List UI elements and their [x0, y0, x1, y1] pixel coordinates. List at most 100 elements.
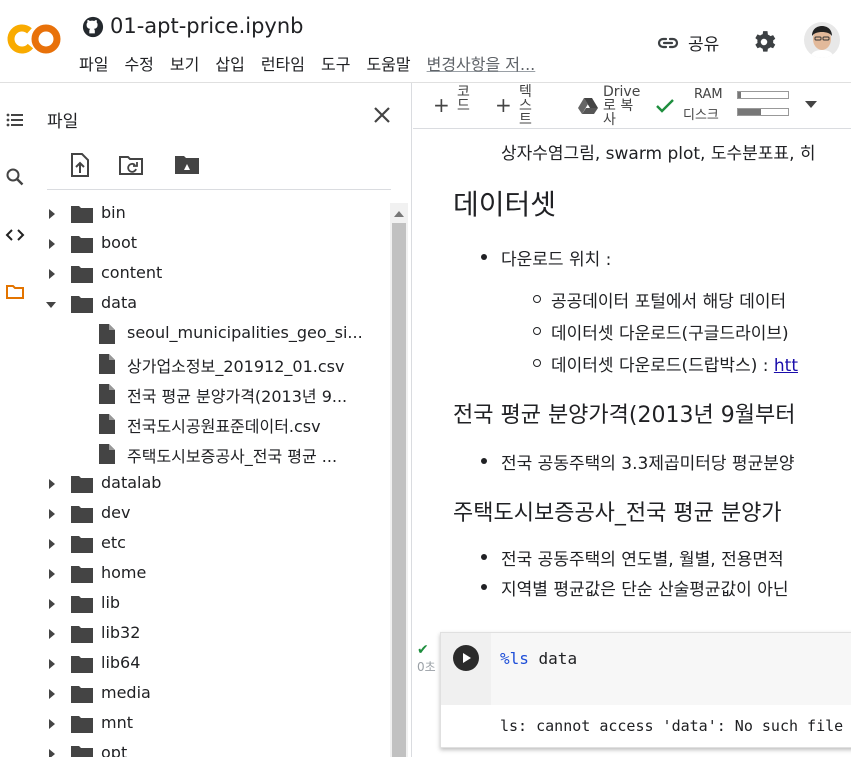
folder-icon: [71, 716, 93, 733]
folder-row[interactable]: boot: [30, 229, 390, 259]
caret-right-icon[interactable]: [46, 599, 56, 609]
notebook-title[interactable]: 01-apt-price.ipynb: [110, 14, 303, 38]
folder-row[interactable]: lib: [30, 589, 390, 619]
file-row[interactable]: 상가업소정보_201912_01.csv: [30, 349, 390, 379]
add-code-button[interactable]: 코드: [457, 85, 471, 113]
code-editor[interactable]: %ls data: [491, 633, 851, 705]
toc-icon[interactable]: [4, 109, 26, 131]
chevron-down-icon[interactable]: [805, 101, 817, 109]
add-code-plus-icon[interactable]: +: [433, 93, 450, 117]
file-icon: [99, 444, 115, 464]
folder-icon: [71, 266, 93, 283]
caret-right-icon[interactable]: [46, 479, 56, 489]
link-icon: [657, 37, 679, 48]
panel-divider: [47, 189, 391, 190]
settings-icon[interactable]: [751, 29, 777, 55]
copy-to-drive-button[interactable]: Drive로 복사: [603, 85, 640, 127]
folder-icon: [71, 626, 93, 643]
file-icon: [99, 324, 115, 344]
files-panel-title: 파일: [47, 112, 79, 132]
folder-icon: [71, 506, 93, 523]
close-icon[interactable]: [370, 103, 394, 127]
dropbox-label: 데이터셋 다운로드(드랍박스) :: [551, 356, 774, 376]
files-scrollbar[interactable]: [390, 203, 408, 757]
folder-row[interactable]: content: [30, 259, 390, 289]
heading-hug: 주택도시보증공사_전국 평균 분양가: [453, 501, 782, 526]
scroll-up-icon[interactable]: [394, 209, 404, 217]
disk-usage-bar[interactable]: [737, 108, 789, 116]
folder-label: bin: [101, 203, 126, 222]
folder-icon: [71, 236, 93, 253]
caret-right-icon[interactable]: [46, 659, 56, 669]
sub-bullet: [533, 327, 541, 335]
sub-bullet: [533, 295, 541, 303]
folder-row[interactable]: mnt: [30, 709, 390, 739]
folder-icon: [71, 476, 93, 493]
hug-text-2: 지역별 평균값은 단순 산술평균값이 아닌: [501, 580, 789, 600]
caret-right-icon[interactable]: [46, 539, 56, 549]
folder-row[interactable]: data: [30, 289, 390, 319]
menu-help[interactable]: 도움말: [366, 51, 410, 75]
menu-runtime[interactable]: 런타임: [261, 51, 305, 75]
refresh-folder-icon[interactable]: [116, 151, 146, 179]
share-button[interactable]: 공유: [656, 30, 719, 55]
caret-right-icon[interactable]: [46, 209, 56, 219]
bullet: [481, 254, 487, 260]
caret-right-icon[interactable]: [46, 239, 56, 249]
code-magic: %ls: [500, 649, 529, 668]
user-avatar[interactable]: [804, 22, 840, 58]
caret-down-icon[interactable]: [46, 299, 56, 309]
code-snippets-icon[interactable]: [4, 224, 26, 246]
add-text-plus-icon[interactable]: +: [495, 93, 512, 117]
caret-right-icon[interactable]: [46, 629, 56, 639]
save-changes-link[interactable]: 변경사항을 저...: [427, 51, 536, 75]
folder-row[interactable]: opt: [30, 739, 390, 757]
heading-avg-price: 전국 평균 분양가격(2013년 9월부터: [453, 403, 796, 428]
caret-right-icon[interactable]: [46, 719, 56, 729]
file-row[interactable]: 주택도시보증공사_전국 평균 ...: [30, 439, 390, 469]
menu-insert[interactable]: 삽입: [215, 51, 244, 75]
folder-row[interactable]: media: [30, 679, 390, 709]
file-icon: [99, 384, 115, 404]
folder-label: lib: [101, 593, 121, 612]
code-cell[interactable]: %ls data ls: cannot access 'data': No su…: [440, 632, 851, 748]
check-icon: [656, 99, 674, 113]
folder-row[interactable]: lib32: [30, 619, 390, 649]
run-cell-button[interactable]: [453, 645, 479, 671]
folder-row[interactable]: etc: [30, 529, 390, 559]
folder-label: boot: [101, 233, 138, 252]
folder-row[interactable]: home: [30, 559, 390, 589]
file-row[interactable]: 전국 평균 분양가격(2013년 9...: [30, 379, 390, 409]
mount-drive-icon[interactable]: [172, 151, 202, 179]
text-line: 상자수염그림, swarm plot, 도수분포표, 히: [501, 144, 816, 164]
search-icon[interactable]: [4, 166, 26, 188]
dropbox-link[interactable]: htt: [774, 356, 798, 376]
folder-row[interactable]: dev: [30, 499, 390, 529]
caret-right-icon[interactable]: [46, 689, 56, 699]
bullet: [481, 584, 487, 590]
avg-price-text: 전국 공동주택의 3.3제곱미터당 평균분양: [501, 454, 795, 474]
caret-right-icon[interactable]: [46, 509, 56, 519]
folder-row[interactable]: lib64: [30, 649, 390, 679]
folder-icon: [71, 596, 93, 613]
menu-edit[interactable]: 수정: [124, 51, 153, 75]
file-row[interactable]: seoul_municipalities_geo_si...: [30, 319, 390, 349]
menu-view[interactable]: 보기: [170, 51, 199, 75]
add-text-button[interactable]: 텍스트: [519, 85, 533, 127]
ram-usage-bar[interactable]: [737, 91, 789, 99]
folder-icon[interactable]: [4, 281, 26, 303]
github-icon: [82, 16, 104, 38]
scrollbar-thumb[interactable]: [392, 223, 406, 757]
caret-right-icon[interactable]: [46, 749, 56, 757]
folder-row[interactable]: datalab: [30, 469, 390, 499]
folder-icon: [71, 536, 93, 553]
file-row[interactable]: 전국도시공원표준데이터.csv: [30, 409, 390, 439]
files-panel: 파일 bin boot content data seoul_municipalitie…: [30, 83, 412, 757]
folder-row[interactable]: bin: [30, 199, 390, 229]
menu-tools[interactable]: 도구: [321, 51, 350, 75]
caret-right-icon[interactable]: [46, 569, 56, 579]
caret-right-icon[interactable]: [46, 269, 56, 279]
upload-icon[interactable]: [64, 151, 94, 179]
menu-file[interactable]: 파일: [79, 51, 108, 75]
colab-logo[interactable]: [7, 20, 61, 58]
